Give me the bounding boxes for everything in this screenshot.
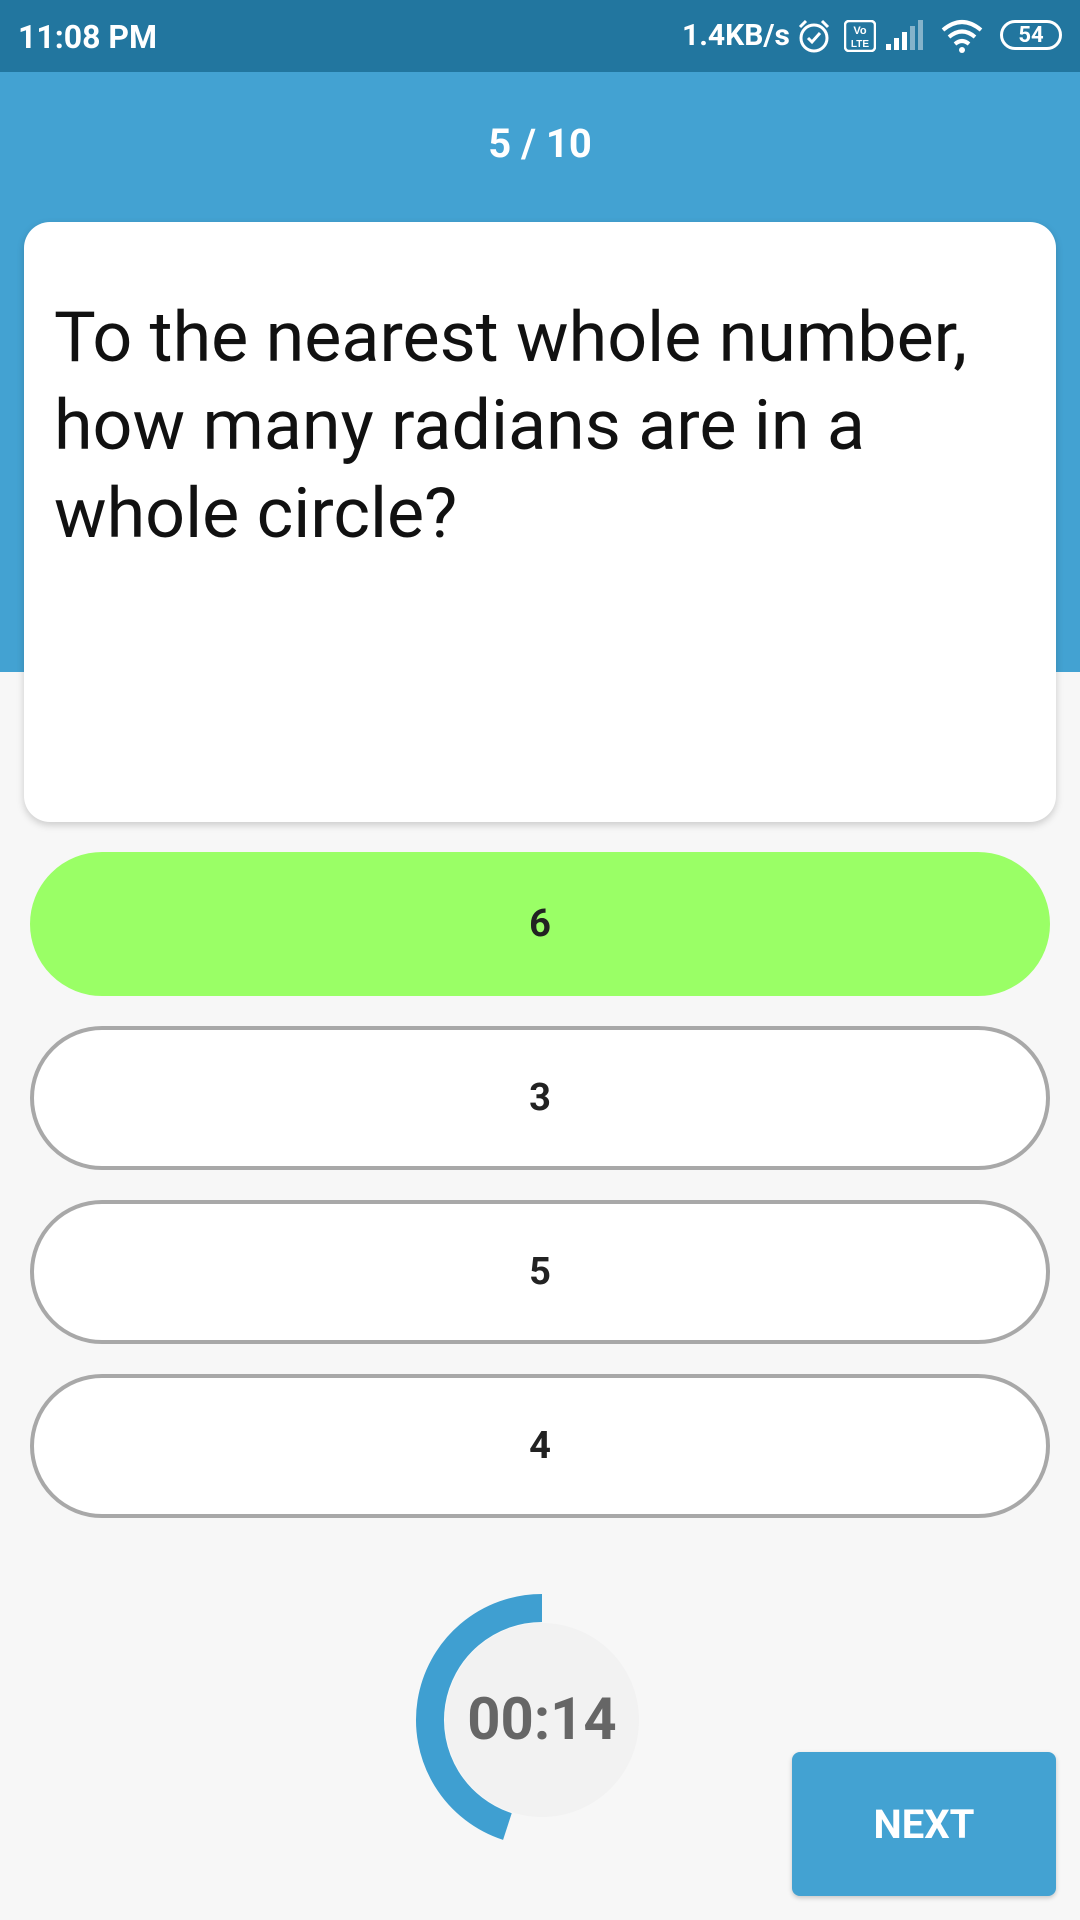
question-counter: 5 / 10 bbox=[488, 120, 592, 167]
answer-option-label: 6 bbox=[529, 902, 551, 946]
next-button[interactable]: NEXT bbox=[792, 1752, 1056, 1896]
answer-option-2[interactable]: 3 bbox=[30, 1026, 1050, 1170]
svg-text:LTE: LTE bbox=[851, 39, 869, 50]
svg-text:Vo: Vo bbox=[853, 25, 867, 37]
alarm-icon bbox=[798, 19, 830, 53]
answer-option-label: 3 bbox=[529, 1076, 551, 1120]
volte-icon: Vo LTE bbox=[844, 20, 876, 52]
battery-level: 54 bbox=[1018, 22, 1044, 48]
answer-option-label: 4 bbox=[529, 1424, 551, 1468]
status-bar: 11:08 PM 1.4KB/s Vo LTE 54 bbox=[0, 0, 1080, 72]
answer-option-4[interactable]: 4 bbox=[30, 1374, 1050, 1518]
answer-option-1[interactable]: 6 bbox=[30, 852, 1050, 996]
timer-text: 00:14 bbox=[467, 1686, 617, 1754]
network-speed: 1.4KB/s bbox=[682, 18, 790, 53]
status-time: 11:08 PM bbox=[18, 18, 158, 56]
signal-icon bbox=[886, 20, 923, 50]
question-text: To the nearest whole number, how many ra… bbox=[54, 297, 967, 555]
answer-option-3[interactable]: 5 bbox=[30, 1200, 1050, 1344]
wifi-icon bbox=[941, 20, 983, 53]
countdown-timer: 00:14 bbox=[412, 1590, 672, 1850]
answer-option-label: 5 bbox=[529, 1250, 551, 1294]
battery-icon: 54 bbox=[1000, 20, 1062, 50]
question-card: To the nearest whole number, how many ra… bbox=[24, 222, 1056, 822]
